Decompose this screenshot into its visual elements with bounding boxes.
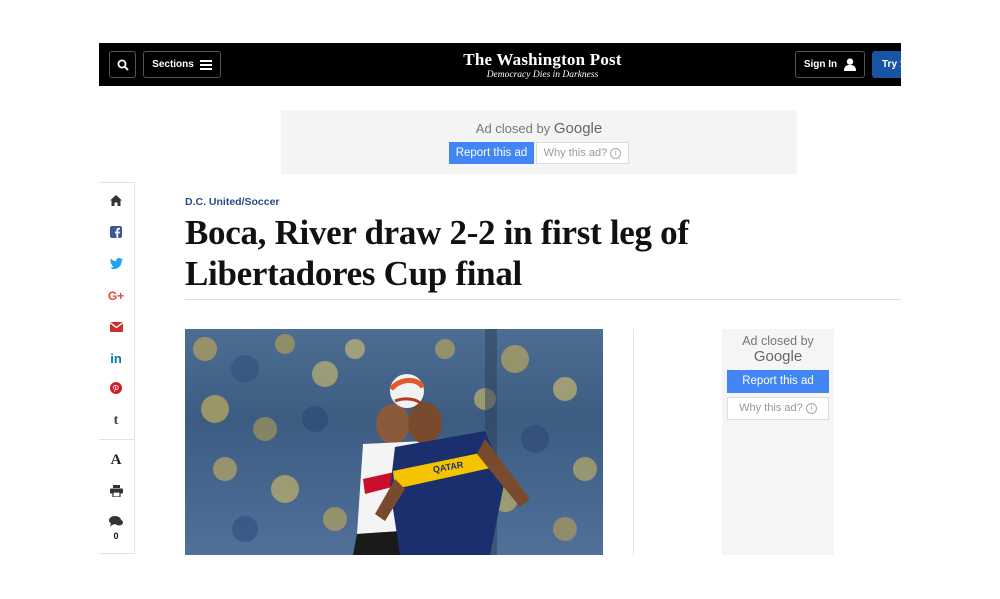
facebook-icon[interactable] [106,226,126,241]
report-ad-button[interactable]: Report this ad [449,142,534,164]
sections-button[interactable]: Sections [143,51,221,78]
side-report-ad-button[interactable]: Report this ad [727,370,829,393]
lead-photo[interactable]: QATAR [185,329,603,555]
email-icon[interactable] [106,321,126,335]
sections-label: Sections [152,59,194,70]
try-label: Try 1 [882,59,901,70]
side-why-ad-label: Why this ad? [739,402,803,414]
why-ad-label: Why this ad? [543,147,608,159]
search-button[interactable] [109,51,136,78]
rail-divider [99,439,135,440]
font-size-icon[interactable]: A [106,452,126,469]
search-icon [117,59,129,71]
headline-line-1: Boca, River draw 2-2 in first leg of [185,213,689,252]
tumblr-icon[interactable]: t [106,413,126,429]
print-icon[interactable] [106,485,126,500]
side-google-wordmark: Google [753,348,803,365]
twitter-icon[interactable] [106,258,126,272]
user-icon [844,58,857,71]
article-headline: Boca, River draw 2-2 in first leg of Lib… [185,212,805,294]
hamburger-icon [199,59,212,70]
sign-in-button[interactable]: Sign In [795,51,865,78]
side-why-this-ad-button[interactable]: Why this ad? i [727,397,829,420]
top-ad-slot: Ad closed by Google Report this ad Why t… [281,110,797,174]
why-this-ad-button[interactable]: Why this ad? i [536,142,629,164]
side-ad-slot: Ad closed by Google Report this ad Why t… [722,329,834,555]
sign-in-label: Sign In [803,59,838,70]
site-logo[interactable]: The Washington Post Democracy Dies in Da… [400,50,685,81]
logo-name: The Washington Post [463,50,622,69]
logo-tagline: Democracy Dies in Darkness [486,70,599,80]
ad-closed-prefix: Ad closed by [475,121,551,136]
linkedin-icon[interactable]: in [106,351,126,366]
headline-divider [185,299,901,300]
info-icon: i [610,147,622,159]
try-subscribe-button[interactable]: Try 1 [872,51,901,78]
section-kicker-link[interactable]: D.C. United/Soccer [185,196,280,208]
column-divider [633,329,634,555]
google-wordmark: Google [553,120,603,137]
ad-closed-text: Ad closed by Google [281,120,797,137]
google-plus-icon[interactable]: G+ [106,289,126,303]
headline-line-2: Libertadores Cup final [185,254,522,293]
soccer-photo-illustration: QATAR [193,329,597,555]
comment-count: 0 [113,531,119,541]
side-ad-closed-text: Ad closed by Google [722,333,834,365]
pinterest-icon[interactable] [106,382,126,397]
side-info-icon: i [805,402,817,414]
side-report-ad-label: Report this ad [742,375,814,387]
report-ad-label: Report this ad [455,147,528,159]
home-icon[interactable] [106,195,126,209]
side-ad-closed-prefix: Ad closed by [742,334,814,348]
comments-icon[interactable] [106,516,126,530]
